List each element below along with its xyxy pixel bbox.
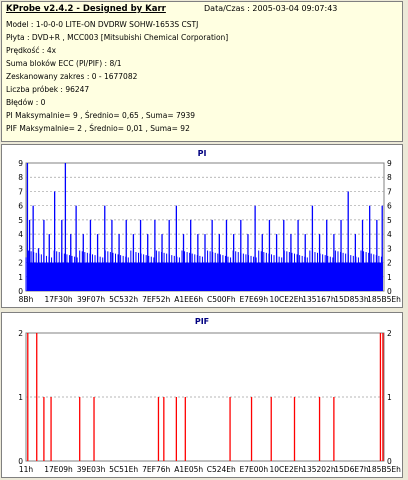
pif-y-tick-label: 2 [18,329,23,338]
pi-y-tick-label: 7 [18,187,23,196]
pi-y-tick-label: 1 [18,273,23,282]
pi-x-tick-label: 135167h [302,295,336,304]
pi-y-tick-label: 5 [18,216,23,225]
pif-x-tick-label: C524Eh [207,465,236,474]
pi-x-tick-label: A1EE6h [174,295,203,304]
info-line-pif-stats: PIF Maksymalnie= 2 , Średnio= 0,01 , Sum… [6,124,190,133]
pi-x-tick-label: 7EF52h [142,295,170,304]
pi-x-tick-label: 17F30h [44,295,72,304]
pi-y-tick-label: 2 [18,259,23,268]
pi-x-tick-label: 8Bh [19,295,34,304]
pif-chart: 0 01 12 211h 17E09h 39E03h 5C51Eh 7EF76h A1E05h C… [18,329,401,474]
pi-y-tick-label: 1 [387,273,392,282]
pif-x-tick-label: 11h [19,465,34,474]
pif-x-tick-label: 185B5Eh [367,465,401,474]
pif-x-tick-label: 135202h [302,465,336,474]
info-line-pi-stats: PI Maksymalnie= 9 , Średnio= 0,65 , Suma… [6,111,196,120]
pif-y-tick-label: 2 [387,329,392,338]
pif-chart-panel: PIF 0 0 1 1 2 2 11h 17E09h 39E03h 5C51Eh 7EF76h A1E… [1,312,403,478]
pi-y-tick-label: 8 [18,173,23,182]
pi-x-tick-label: 15D853h [334,295,369,304]
pi-y-tick-label: 6 [18,202,23,211]
info-line-disc: Płyta : DVD+R , MCC003 [Mitsubishi Chemi… [6,33,229,42]
pi-chart-panel: PI 0 0 1 1 2 2 3 3 4 4 5 5 6 6 7 7 8 8 9 9 8Bh 17F30h 39F07h 5C… [1,144,403,308]
pif-x-tick-label: A1E05h [174,465,203,474]
pi-y-tick-label: 2 [387,259,392,268]
pi-y-tick-label: 6 [387,202,392,211]
info-line-speed: Prędkość : 4x [6,46,57,55]
pi-x-tick-label: C500Fh [207,295,236,304]
pi-x-tick-label: 5C532h [109,295,138,304]
app-title: KProbe v2.4.2 - Designed by Karr [6,4,166,14]
pi-y-tick-label: 3 [387,244,392,253]
pi-x-tick-label: E7E69h [240,295,269,304]
pi-y-tick-label: 9 [387,159,392,168]
info-line-range: Zeskanowany zakres : 0 - 1677082 [6,72,138,81]
pi-y-tick-label: 8 [387,173,392,182]
info-line-model: Model : 1-0-0-0 LITE-ON DVDRW SOHW-1653S… [6,20,199,29]
info-line-errors: Błędów : 0 [6,98,46,107]
pif-y-tick-label: 1 [387,393,392,402]
pif-x-tick-label: 10CE2Eh [269,465,303,474]
pif-y-tick-label: 1 [18,393,23,402]
pif-x-tick-label: 17E09h [44,465,73,474]
pif-x-tick-label: 7EF76h [142,465,170,474]
pi-y-tick-label: 5 [387,216,392,225]
pi-y-tick-label: 9 [18,159,23,168]
pi-y-tick-label: 4 [387,230,392,239]
pi-y-tick-label: 7 [387,187,392,196]
pif-x-tick-label: 15D6E7h [334,465,369,474]
pif-x-tick-label: E7E00h [240,465,269,474]
pi-y-tick-label: 3 [18,244,23,253]
pi-x-tick-label: 185B5Eh [367,295,401,304]
pi-x-tick-label: 10CE2Eh [269,295,303,304]
info-panel: KProbe v2.4.2 - Designed by Karr Data/Cz… [1,1,403,142]
info-line-ecc: Suma bloków ECC (PI/PIF) : 8/1 [6,59,122,68]
info-line-samples: Liczba próbek : 96247 [6,85,90,94]
scan-datetime: Data/Czas : 2005-03-04 09:07:43 [204,4,338,13]
pi-chart: 0 01 12 23 34 45 56 67 78 89 98Bh 17F30h 39F07h 5C532… [18,159,401,304]
pif-x-tick-label: 39E03h [77,465,106,474]
pif-x-tick-label: 5C51Eh [109,465,138,474]
pi-y-tick-label: 4 [18,230,23,239]
pi-x-tick-label: 39F07h [77,295,105,304]
